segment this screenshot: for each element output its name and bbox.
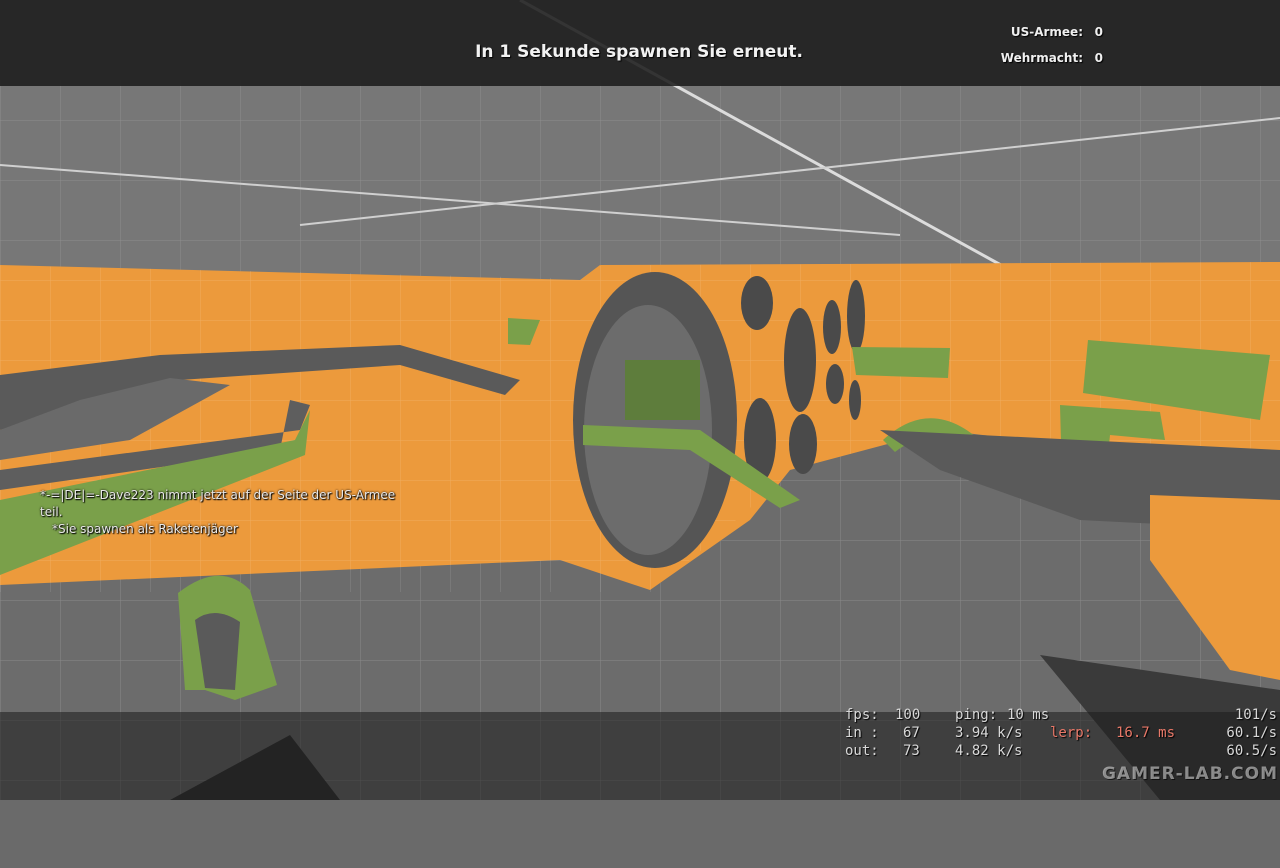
chat-line: *Sie spawnen als Raketenjäger [52, 522, 238, 536]
fps-label: fps: [845, 707, 879, 723]
net-graph-row: in : 67 3.94 k/s lerp: 16.7 ms 60.1/s [845, 724, 1277, 742]
game-viewport [0, 0, 1280, 800]
watermark: GAMER-LAB.COM [1101, 764, 1278, 784]
lerp-label: lerp: [1050, 725, 1093, 741]
ping-label: ping: [955, 707, 998, 723]
lerp-value: 16.7 ms [1116, 725, 1176, 741]
ping-value: 10 ms [1007, 707, 1050, 723]
fps-value: 100 [895, 707, 921, 723]
chat-log: *-=|DE|=-Dave223 nimmt jetzt auf der Sei… [40, 487, 395, 538]
team-name-us-army: US-Armee: [1010, 25, 1083, 39]
out-frequency: 60.5/s [1226, 743, 1277, 759]
score-us-army: US-Armee: 0 [1011, 25, 1103, 39]
out-rate: 4.82 k/s [955, 743, 1023, 759]
in-rate: 3.94 k/s [955, 725, 1023, 741]
in-label: in : [845, 725, 879, 741]
in-frequency: 60.1/s [1226, 725, 1277, 741]
score-wehrmacht: Wehrmacht: 0 [1001, 51, 1103, 65]
team-score-us-army: 0 [1094, 25, 1103, 39]
update-rate: 101/s [1234, 707, 1277, 723]
net-graph-row: out: 73 4.82 k/s 60.5/s [845, 742, 1277, 760]
out-label: out: [845, 743, 879, 759]
net-graph: fps: 100 ping: 10 ms 101/s in : 67 3.94 … [845, 706, 1277, 760]
chat-line: teil. [40, 505, 63, 519]
out-value: 73 [903, 743, 920, 759]
team-score-wehrmacht: 0 [1094, 51, 1103, 65]
chat-line: *-=|DE|=-Dave223 nimmt jetzt auf der Sei… [40, 488, 396, 502]
net-graph-row: fps: 100 ping: 10 ms 101/s [845, 706, 1277, 724]
in-value: 67 [903, 725, 920, 741]
team-name-wehrmacht: Wehrmacht: [1000, 51, 1083, 65]
